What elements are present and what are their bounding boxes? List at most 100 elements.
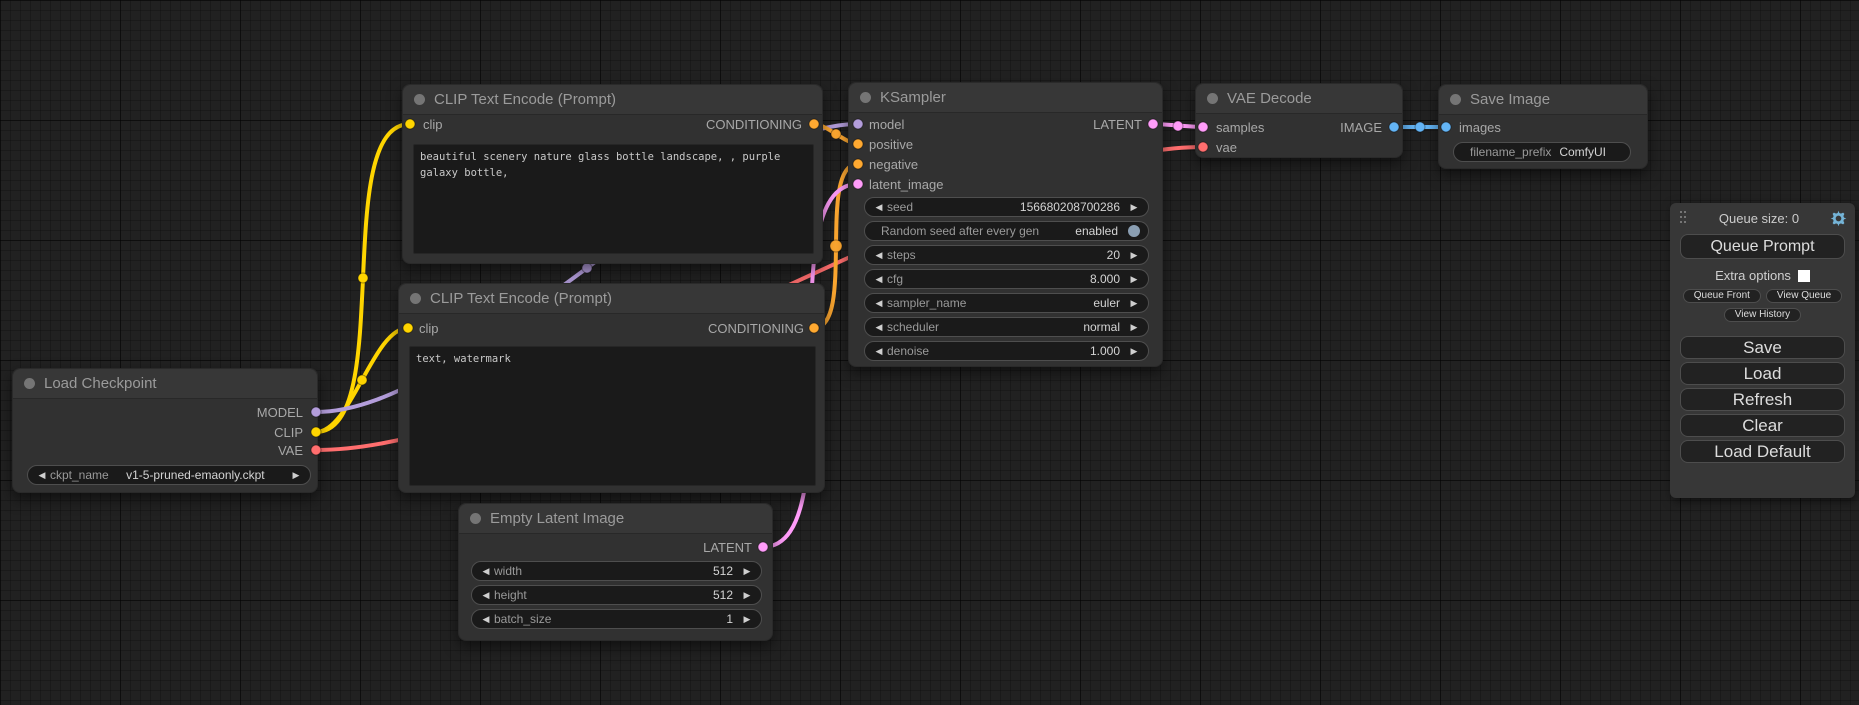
widget-value: 20 [916,248,1120,262]
queue-size-label: Queue size: 0 [1688,211,1830,226]
link-midpoint-dot [1173,121,1183,131]
filename-prefix-widget[interactable]: filename_prefix ComfyUI [1453,142,1631,162]
input-slot-model: model [869,117,904,133]
drag-handle-icon[interactable] [1680,211,1688,226]
collapse-dot-icon[interactable] [24,378,35,389]
ckpt-name-combo[interactable]: ◀ ckpt_name v1-5-pruned-emaonly.ckpt ▶ [27,465,311,485]
steps-widget[interactable]: ◀ steps 20 ▶ [864,245,1149,265]
random-seed-toggle[interactable]: Random seed after every gen enabled [864,221,1149,241]
node-titlebar[interactable]: Save Image [1439,85,1647,115]
positive-prompt-textarea[interactable]: beautiful scenery nature glass bottle la… [413,144,814,254]
widget-label: denoise [887,344,929,358]
node-titlebar[interactable]: CLIP Text Encode (Prompt) [399,284,824,314]
increment-arrow-icon[interactable]: ▶ [741,609,753,629]
node-ksampler[interactable]: KSampler model positive negative latent_… [848,82,1163,367]
node-titlebar[interactable]: Load Checkpoint [13,369,317,399]
increment-arrow-icon[interactable]: ▶ [1128,341,1140,361]
collapse-dot-icon[interactable] [1450,94,1461,105]
node-clip-text-encode-negative[interactable]: CLIP Text Encode (Prompt) clip CONDITION… [398,283,825,493]
load-button[interactable]: Load [1680,362,1845,385]
node-title: KSampler [880,89,946,106]
link-midpoint-dot [582,263,592,273]
widget-label: cfg [887,272,903,286]
extra-options-checkbox[interactable] [1798,270,1810,282]
decrement-arrow-icon[interactable]: ◀ [873,317,885,337]
widget-label: Random seed after every gen [881,224,1039,238]
denoise-widget[interactable]: ◀ denoise 1.000 ▶ [864,341,1149,361]
view-history-button[interactable]: View History [1724,308,1801,322]
widget-value: v1-5-pruned-emaonly.ckpt [109,468,282,482]
widget-value: enabled [1039,224,1118,238]
input-slot-positive: positive [869,137,913,153]
link-midpoint-dot [831,129,841,139]
widget-label: ckpt_name [50,468,109,482]
cfg-widget[interactable]: ◀ cfg 8.000 ▶ [864,269,1149,289]
increment-arrow-icon[interactable]: ▶ [1128,317,1140,337]
decrement-arrow-icon[interactable]: ◀ [873,245,885,265]
decrement-arrow-icon[interactable]: ◀ [36,465,48,485]
sampler-name-combo[interactable]: ◀ sampler_name euler ▶ [864,293,1149,313]
increment-arrow-icon[interactable]: ▶ [741,585,753,605]
decrement-arrow-icon[interactable]: ◀ [873,197,885,217]
decrement-arrow-icon[interactable]: ◀ [480,561,492,581]
widget-label: scheduler [887,320,939,334]
comfyui-canvas[interactable]: { "colors": { "model": "#B39DDB", "clip"… [0,0,1859,705]
widget-value: 512 [527,588,733,602]
node-titlebar[interactable]: Empty Latent Image [459,504,772,534]
scheduler-combo[interactable]: ◀ scheduler normal ▶ [864,317,1149,337]
width-widget[interactable]: ◀ width 512 ▶ [471,561,762,581]
input-slot-negative: negative [869,157,918,173]
collapse-dot-icon[interactable] [860,92,871,103]
node-vae-decode[interactable]: VAE Decode samples vae IMAGE [1195,83,1403,158]
decrement-arrow-icon[interactable]: ◀ [873,269,885,289]
widget-value: 1 [551,612,733,626]
increment-arrow-icon[interactable]: ▶ [741,561,753,581]
collapse-dot-icon[interactable] [470,513,481,524]
node-empty-latent-image[interactable]: Empty Latent Image LATENT ◀ width 512 ▶ … [458,503,773,641]
widget-label: height [494,588,527,602]
widget-label: width [494,564,522,578]
settings-gear-icon[interactable] [1830,210,1847,227]
node-load-checkpoint[interactable]: Load Checkpoint MODEL CLIP VAE ◀ ckpt_na… [12,368,318,493]
widget-label: filename_prefix [1470,145,1551,159]
height-widget[interactable]: ◀ height 512 ▶ [471,585,762,605]
refresh-button[interactable]: Refresh [1680,388,1845,411]
decrement-arrow-icon[interactable]: ◀ [480,609,492,629]
increment-arrow-icon[interactable]: ▶ [1128,269,1140,289]
decrement-arrow-icon[interactable]: ◀ [873,293,885,313]
widget-value: 512 [522,564,733,578]
collapse-dot-icon[interactable] [410,293,421,304]
decrement-arrow-icon[interactable]: ◀ [873,341,885,361]
decrement-arrow-icon[interactable]: ◀ [480,585,492,605]
increment-arrow-icon[interactable]: ▶ [1128,197,1140,217]
queue-front-button[interactable]: Queue Front [1683,289,1761,303]
output-slot-conditioning: CONDITIONING [708,321,804,337]
clear-button[interactable]: Clear [1680,414,1845,437]
collapse-dot-icon[interactable] [414,94,425,105]
node-titlebar[interactable]: VAE Decode [1196,84,1402,114]
seed-widget[interactable]: ◀ seed 156680208700286 ▶ [864,197,1149,217]
toggle-on-dot-icon[interactable] [1128,225,1140,237]
node-save-image[interactable]: Save Image images filename_prefix ComfyU… [1438,84,1648,169]
node-titlebar[interactable]: CLIP Text Encode (Prompt) [403,85,822,115]
increment-arrow-icon[interactable]: ▶ [1128,293,1140,313]
node-title: CLIP Text Encode (Prompt) [430,290,612,307]
negative-prompt-textarea[interactable]: text, watermark [409,346,816,486]
widget-value: euler [966,296,1120,310]
node-titlebar[interactable]: KSampler [849,83,1162,113]
increment-arrow-icon[interactable]: ▶ [290,465,302,485]
collapse-dot-icon[interactable] [1207,93,1218,104]
widget-value: ComfyUI [1551,145,1614,159]
widget-label: steps [887,248,916,262]
node-clip-text-encode-positive[interactable]: CLIP Text Encode (Prompt) clip CONDITION… [402,84,823,264]
batch-size-widget[interactable]: ◀ batch_size 1 ▶ [471,609,762,629]
link-midpoint-dot [830,240,842,252]
queue-prompt-button[interactable]: Queue Prompt [1680,234,1845,259]
increment-arrow-icon[interactable]: ▶ [1128,245,1140,265]
save-button[interactable]: Save [1680,336,1845,359]
view-queue-button[interactable]: View Queue [1766,289,1842,303]
load-default-button[interactable]: Load Default [1680,440,1845,463]
extra-options-label: Extra options [1715,268,1791,283]
widget-label: seed [887,200,913,214]
input-slot-images: images [1459,120,1501,136]
